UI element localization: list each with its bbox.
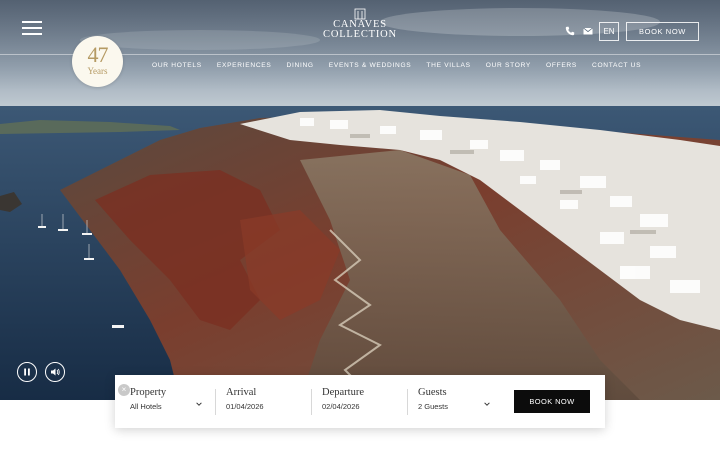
arrival-date-field[interactable]: Arrival 01/04/2026 <box>226 387 306 417</box>
phone-icon[interactable] <box>563 24 577 38</box>
pause-button[interactable] <box>17 362 37 382</box>
guests-label: Guests <box>418 387 447 398</box>
badge-number: 47 <box>87 42 109 67</box>
brand-name-line2: COLLECTION <box>323 29 397 40</box>
nav-item-events-weddings[interactable]: EVENTS & WEDDINGS <box>329 62 412 69</box>
booking-book-now-button[interactable]: BOOK NOW <box>514 390 590 413</box>
guests-chevron-down-icon[interactable] <box>484 401 490 407</box>
property-select[interactable]: Property All Hotels <box>130 387 205 417</box>
menu-bar-top <box>22 21 42 23</box>
nav-item-experiences[interactable]: EXPERIENCES <box>217 62 272 69</box>
booking-widget: × Property All Hotels Arrival 01/04/2026… <box>115 375 605 428</box>
menu-bar-bottom <box>22 33 42 35</box>
pause-icon <box>24 368 30 376</box>
menu-hamburger-icon[interactable] <box>22 21 42 35</box>
arrival-label: Arrival <box>226 387 257 398</box>
booking-divider <box>407 389 408 415</box>
nav-item-the-villas[interactable]: THE VILLAS <box>426 62 470 69</box>
booking-close-icon[interactable]: × <box>118 384 130 396</box>
arrival-value: 01/04/2026 <box>226 402 264 411</box>
nav-item-our-hotels[interactable]: OUR HOTELS <box>152 62 202 69</box>
mail-icon[interactable] <box>581 24 595 38</box>
volume-icon <box>51 368 60 376</box>
booking-divider <box>215 389 216 415</box>
property-chevron-down-icon[interactable] <box>196 401 202 407</box>
departure-date-field[interactable]: Departure 02/04/2026 <box>322 387 402 417</box>
property-value: All Hotels <box>130 402 162 411</box>
volume-button[interactable] <box>45 362 65 382</box>
language-selector[interactable]: EN <box>599 22 619 41</box>
nav-item-dining[interactable]: DINING <box>286 62 313 69</box>
brand-logo[interactable]: CANAVES COLLECTION <box>320 8 400 40</box>
guests-value: 2 Guests <box>418 402 449 411</box>
header-book-now-button[interactable]: BOOK NOW <box>626 22 699 41</box>
departure-value: 02/04/2026 <box>322 402 360 411</box>
nav-item-contact-us[interactable]: CONTACT US <box>592 62 641 69</box>
menu-bar-middle <box>22 27 42 29</box>
main-navigation: OUR HOTELS EXPERIENCES DINING EVENTS & W… <box>152 62 641 69</box>
nav-item-offers[interactable]: OFFERS <box>546 62 577 69</box>
booking-divider <box>311 389 312 415</box>
nav-item-our-story[interactable]: OUR STORY <box>486 62 531 69</box>
badge-label: Years <box>87 66 108 76</box>
anniversary-badge: 47 Years <box>72 36 123 87</box>
guests-select[interactable]: Guests 2 Guests <box>418 387 493 417</box>
departure-label: Departure <box>322 387 364 398</box>
property-label: Property <box>130 387 167 398</box>
